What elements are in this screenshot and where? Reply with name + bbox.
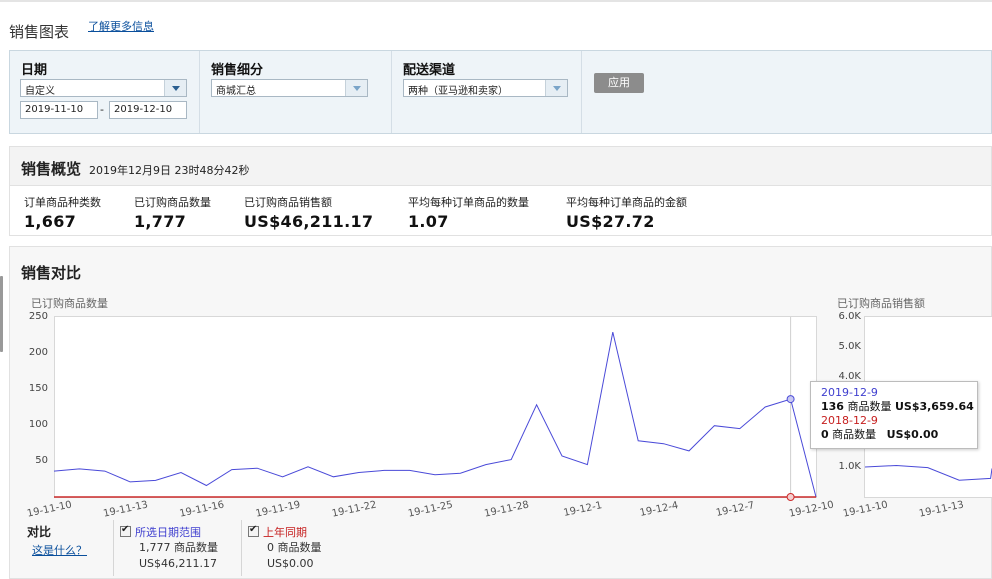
- legend-current-range: 所选日期范围 1,777 商品数量 US$46,211.17: [120, 524, 218, 572]
- hover-point-current: [786, 395, 795, 404]
- prior-year-qty: 0 商品数量: [267, 541, 322, 554]
- units-x-tick: 19-11-13: [102, 499, 149, 519]
- current-range-checkbox[interactable]: [120, 524, 131, 537]
- units-x-tick: 19-11-19: [255, 499, 302, 519]
- prior-year-label[interactable]: 上年同期: [263, 526, 307, 539]
- sales-x-tick: 19-11-10: [842, 499, 889, 519]
- units-x-tick: 19-11-10: [26, 499, 73, 519]
- legend-prior-year: 上年同期 0 商品数量 US$0.00: [248, 524, 322, 572]
- sales-x-tick: 19-11-13: [918, 499, 965, 519]
- units-x-tick: 19-12-1: [563, 500, 603, 519]
- legend-title: 对比: [27, 525, 52, 539]
- tooltip-prior-values: 0 商品数量 US$0.00: [821, 428, 939, 441]
- hover-point-prior: [786, 493, 795, 501]
- units-x-tick: 19-11-25: [407, 499, 454, 519]
- sales-series-line: [864, 464, 992, 481]
- tooltip-prior-date: 2018-12-9: [821, 414, 878, 427]
- sales-line-charts: 19-11-10 19-11-13 19-11-16 19-11-19 19-11-22…: [26, 317, 992, 520]
- what-is-this-link[interactable]: 这是什么？: [32, 542, 87, 558]
- prior-year-sales: US$0.00: [267, 557, 314, 570]
- prior-year-checkbox[interactable]: [248, 524, 259, 537]
- legend-divider: [113, 520, 114, 576]
- current-range-label[interactable]: 所选日期范围: [135, 526, 201, 539]
- tooltip-current-values: 136 商品数量 US$3,659.64: [821, 400, 974, 413]
- current-range-qty: 1,777 商品数量: [139, 541, 218, 554]
- current-range-sales: US$46,211.17: [139, 557, 218, 570]
- units-x-tick: 19-12-7: [715, 500, 755, 519]
- units-x-tick: 19-11-28: [483, 499, 530, 519]
- units-x-tick: 19-12-10: [788, 499, 835, 519]
- current-range-series-line: [53, 331, 817, 498]
- legend-divider: [241, 520, 242, 576]
- tooltip-current-date: 2019-12-9: [821, 386, 878, 399]
- units-x-tick: 19-12-4: [639, 500, 679, 519]
- units-x-tick: 19-11-22: [331, 499, 378, 519]
- units-x-tick: 19-11-16: [179, 499, 226, 519]
- chart-tooltip: 2019-12-9 136 商品数量 US$3,659.64 2018-12-9…: [810, 381, 978, 449]
